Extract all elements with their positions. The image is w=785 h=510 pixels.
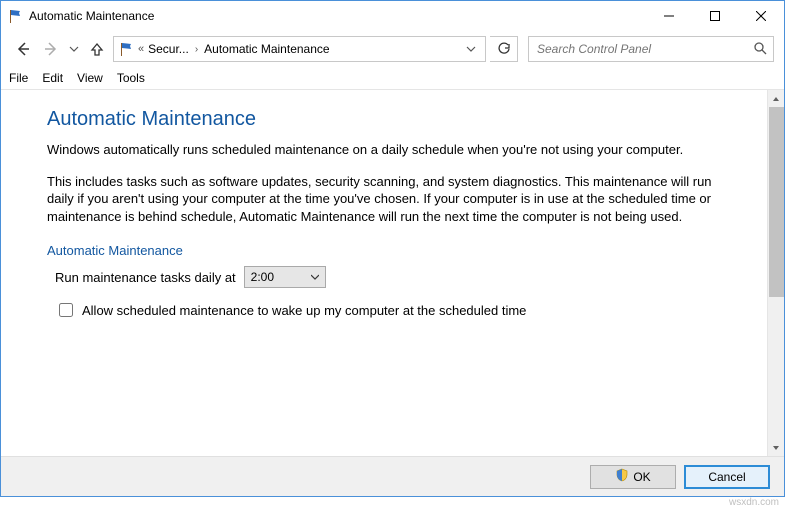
control-panel-flag-icon bbox=[7, 8, 23, 24]
cancel-label: Cancel bbox=[708, 470, 745, 484]
menu-tools[interactable]: Tools bbox=[117, 71, 145, 85]
close-button[interactable] bbox=[738, 1, 784, 31]
content: Automatic Maintenance Windows automatica… bbox=[1, 90, 767, 456]
breadcrumb-segment[interactable]: Automatic Maintenance bbox=[204, 42, 329, 56]
watermark: wsxdn.com bbox=[729, 497, 779, 508]
chevron-down-icon bbox=[311, 270, 319, 284]
chevron-right-icon: › bbox=[191, 44, 202, 55]
scroll-up-button[interactable] bbox=[768, 90, 784, 107]
scroll-thumb[interactable] bbox=[769, 107, 784, 297]
menu-bar: File Edit View Tools bbox=[1, 67, 784, 89]
schedule-row: Run maintenance tasks daily at 2:00 bbox=[55, 266, 727, 288]
forward-button[interactable] bbox=[39, 37, 63, 61]
menu-file[interactable]: File bbox=[9, 71, 28, 85]
page-heading: Automatic Maintenance bbox=[47, 108, 727, 131]
vertical-scrollbar[interactable] bbox=[767, 90, 784, 456]
footer: OK Cancel bbox=[1, 456, 784, 496]
search-icon bbox=[753, 41, 767, 58]
maximize-button[interactable] bbox=[692, 1, 738, 31]
schedule-label: Run maintenance tasks daily at bbox=[55, 270, 236, 285]
wake-checkbox[interactable] bbox=[59, 303, 73, 317]
control-panel-window: Automatic Maintenance bbox=[0, 0, 785, 497]
titlebar: Automatic Maintenance bbox=[1, 1, 784, 31]
cancel-button[interactable]: Cancel bbox=[684, 465, 770, 489]
scroll-down-button[interactable] bbox=[768, 439, 784, 456]
ok-button[interactable]: OK bbox=[590, 465, 676, 489]
window-controls bbox=[646, 1, 784, 31]
navigation-bar: « Secur... › Automatic Maintenance bbox=[1, 31, 784, 67]
menu-edit[interactable]: Edit bbox=[42, 71, 63, 85]
recent-locations-button[interactable] bbox=[67, 37, 81, 61]
search-input[interactable] bbox=[535, 41, 753, 57]
description-2: This includes tasks such as software upd… bbox=[47, 173, 727, 226]
schedule-time-dropdown[interactable]: 2:00 bbox=[244, 266, 326, 288]
back-button[interactable] bbox=[11, 37, 35, 61]
menu-view[interactable]: View bbox=[77, 71, 103, 85]
chevron-left-double-icon: « bbox=[136, 43, 146, 55]
address-bar[interactable]: « Secur... › Automatic Maintenance bbox=[113, 36, 486, 62]
content-area: Automatic Maintenance Windows automatica… bbox=[1, 89, 784, 456]
ok-label: OK bbox=[633, 470, 650, 484]
address-flag-icon bbox=[118, 41, 134, 57]
refresh-button[interactable] bbox=[490, 36, 518, 62]
schedule-time-value: 2:00 bbox=[251, 270, 274, 284]
breadcrumb-segment[interactable]: Secur... bbox=[148, 42, 189, 56]
wake-checkbox-label: Allow scheduled maintenance to wake up m… bbox=[82, 303, 526, 318]
up-button[interactable] bbox=[85, 37, 109, 61]
section-heading: Automatic Maintenance bbox=[47, 243, 727, 260]
shield-icon bbox=[615, 468, 629, 485]
wake-checkbox-row[interactable]: Allow scheduled maintenance to wake up m… bbox=[55, 300, 727, 320]
window-title: Automatic Maintenance bbox=[29, 9, 646, 23]
address-dropdown-button[interactable] bbox=[461, 44, 481, 54]
minimize-button[interactable] bbox=[646, 1, 692, 31]
search-box[interactable] bbox=[528, 36, 774, 62]
description-1: Windows automatically runs scheduled mai… bbox=[47, 141, 727, 159]
